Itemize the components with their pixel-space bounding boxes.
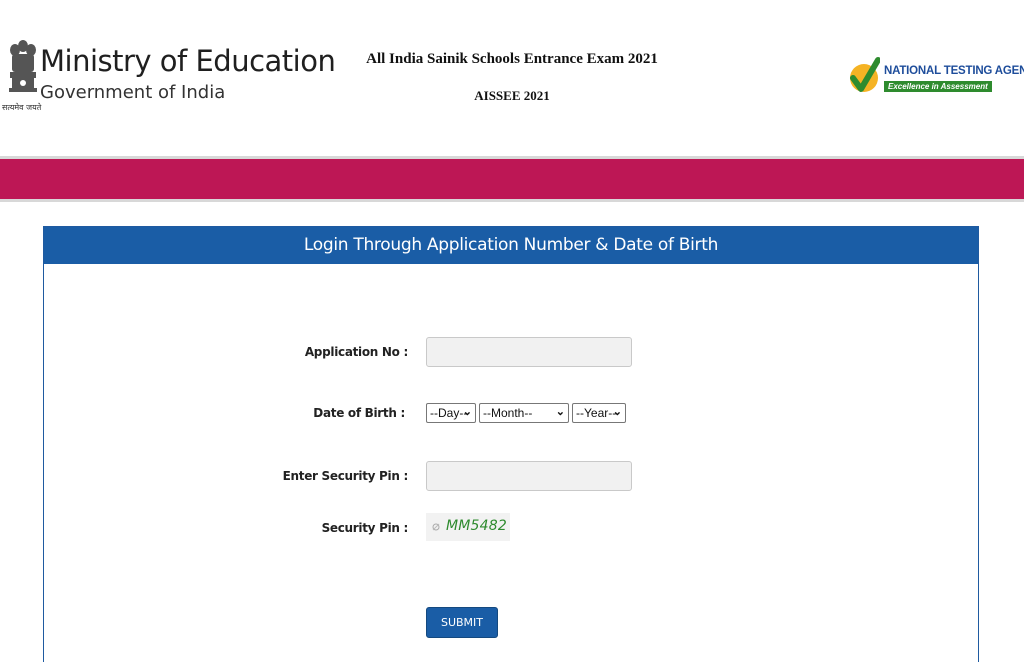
panel-title: Login Through Application Number & Date …	[44, 227, 978, 264]
dob-label: Date of Birth :	[313, 406, 405, 420]
enter-pin-label: Enter Security Pin :	[282, 469, 409, 483]
national-emblem-icon	[9, 40, 37, 92]
agency-name: NATIONAL TESTING AGENCY	[884, 65, 1024, 77]
application-no-input[interactable]	[426, 337, 632, 367]
captcha-image: MM5482	[426, 513, 510, 541]
exam-code: AISSEE 2021	[474, 88, 550, 103]
captcha-text: MM5482	[446, 518, 507, 534]
security-pin-input[interactable]	[426, 461, 632, 491]
emblem-motto: सत्यमेव जयते	[2, 103, 42, 112]
page-header: सत्यमेव जयते Ministry of Education Gover…	[0, 0, 1024, 158]
dob-month-value: --Month--	[483, 406, 533, 420]
divider	[0, 199, 1024, 202]
application-no-label: Application No :	[304, 345, 408, 359]
chevron-down-icon: ⌄	[555, 406, 565, 418]
agency-tagline: Excellence in Assessment	[884, 81, 992, 92]
ministry-subtitle: Government of India	[40, 82, 226, 103]
exam-title: All India Sainik Schools Entrance Exam 2…	[366, 51, 658, 67]
chevron-down-icon: ⌄	[462, 406, 472, 418]
nta-check-icon	[850, 57, 880, 92]
dob-year-value: --Year--	[576, 406, 617, 420]
captcha-noise-icon	[432, 523, 440, 531]
nta-logo: NATIONAL TESTING AGENCY Excellence in As…	[848, 54, 1024, 104]
chevron-down-icon: ⌄	[612, 406, 622, 418]
ministry-title: Ministry of Education	[40, 44, 336, 78]
dob-month-select[interactable]: --Month-- ⌄	[479, 403, 569, 423]
submit-button[interactable]: SUBMIT	[426, 607, 498, 638]
dob-day-select[interactable]: --Day-- ⌄	[426, 403, 476, 423]
ministry-logo: सत्यमेव जयते Ministry of Education Gover…	[2, 36, 336, 116]
security-pin-label: Security Pin :	[321, 521, 409, 535]
nav-banner	[0, 159, 1024, 199]
login-panel: Login Through Application Number & Date …	[43, 226, 979, 662]
dob-year-select[interactable]: --Year-- ⌄	[572, 403, 626, 423]
dob-day-value: --Day--	[430, 406, 468, 420]
